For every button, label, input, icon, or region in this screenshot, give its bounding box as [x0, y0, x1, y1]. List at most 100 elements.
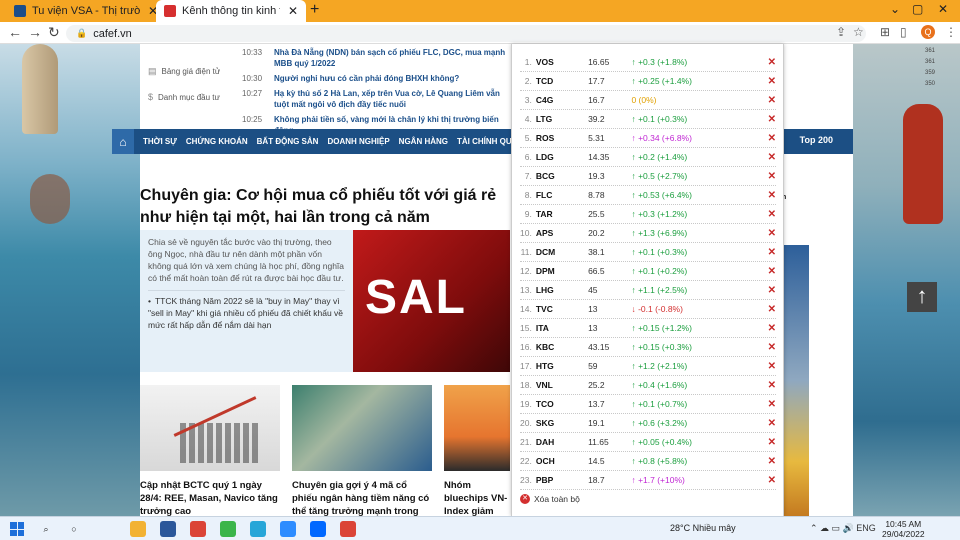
remove-icon[interactable]: ✕	[768, 399, 776, 410]
stock-symbol[interactable]: KBC	[536, 342, 588, 352]
remove-icon[interactable]: ✕	[768, 304, 776, 315]
table-row[interactable]: 6. LDG 14.35 ↑ +0.2 (+1.4%) ✕	[520, 148, 776, 167]
news-title[interactable]: Người nghỉ hưu có cần phải đóng BHXH khô…	[274, 73, 459, 84]
scroll-top-button[interactable]: ↑	[907, 282, 937, 312]
thumbnail-image[interactable]	[444, 385, 510, 471]
table-row[interactable]: 12. DPM 66.5 ↑ +0.1 (+0.2%) ✕	[520, 262, 776, 281]
remove-icon[interactable]: ✕	[768, 95, 776, 106]
stock-symbol[interactable]: C4G	[536, 95, 588, 105]
remove-icon[interactable]: ✕	[768, 380, 776, 391]
stock-symbol[interactable]: VNL	[536, 380, 588, 390]
thumbnail-title[interactable]: Cập nhật BCTC quý 1 ngày 28/4: REE, Masa…	[140, 479, 280, 516]
remove-icon[interactable]: ✕	[768, 285, 776, 296]
new-tab-icon[interactable]: +	[310, 1, 319, 19]
tab-vsa[interactable]: Tu viện VSA - Thị trường chứng k ✕	[6, 0, 166, 22]
table-row[interactable]: 16. KBC 43.15 ↑ +0.15 (+0.3%) ✕	[520, 338, 776, 357]
stock-symbol[interactable]: SKG	[536, 418, 588, 428]
clock[interactable]: 10:45 AM 29/04/2022	[882, 519, 925, 539]
related-article-link[interactable]: TTCK tháng Năm 2022 sẽ là "buy in May" t…	[148, 290, 345, 331]
table-row[interactable]: 9. TAR 25.5 ↑ +0.3 (+1.2%) ✕	[520, 205, 776, 224]
app-icon[interactable]	[220, 521, 236, 537]
chrome-icon[interactable]	[190, 521, 206, 537]
stock-symbol[interactable]: ITA	[536, 323, 588, 333]
remove-icon[interactable]: ✕	[768, 76, 776, 87]
remove-icon[interactable]: ✕	[768, 456, 776, 467]
explorer-icon[interactable]	[130, 521, 146, 537]
table-row[interactable]: 3. C4G 16.7 0 (0%) ✕	[520, 91, 776, 110]
table-row[interactable]: 8. FLC 8.78 ↑ +0.53 (+6.4%) ✕	[520, 186, 776, 205]
article-image[interactable]: SAL	[353, 230, 510, 372]
nav-item-bat-dong-san[interactable]: BẤT ĐỘNG SẢN	[257, 137, 319, 146]
stock-symbol[interactable]: FLC	[536, 190, 588, 200]
article-headline[interactable]: Chuyên gia: Cơ hội mua cổ phiếu tốt với …	[140, 185, 515, 229]
remove-icon[interactable]: ✕	[768, 418, 776, 429]
zalo-icon[interactable]	[310, 521, 326, 537]
chrome-icon[interactable]	[340, 521, 356, 537]
stock-symbol[interactable]: APS	[536, 228, 588, 238]
table-row[interactable]: 15. ITA 13 ↑ +0.15 (+1.2%) ✕	[520, 319, 776, 338]
remove-icon[interactable]: ✕	[768, 361, 776, 372]
stock-symbol[interactable]: TCD	[536, 76, 588, 86]
word-icon[interactable]	[160, 521, 176, 537]
thumbnail-image[interactable]	[292, 385, 432, 471]
table-row[interactable]: 2. TCD 17.7 ↑ +0.25 (+1.4%) ✕	[520, 72, 776, 91]
table-row[interactable]: 14. TVC 13 ↓ -0.1 (-0.8%) ✕	[520, 300, 776, 319]
home-icon[interactable]: ⌂	[112, 129, 134, 154]
share-icon[interactable]: ⇪	[836, 25, 846, 39]
stock-symbol[interactable]: HTG	[536, 361, 588, 371]
table-row[interactable]: 22. OCH 14.5 ↑ +0.8 (+5.8%) ✕	[520, 452, 776, 471]
table-row[interactable]: 17. HTG 59 ↑ +1.2 (+2.1%) ✕	[520, 357, 776, 376]
stock-symbol[interactable]: DCM	[536, 247, 588, 257]
stock-symbol[interactable]: DPM	[536, 266, 588, 276]
remove-icon[interactable]: ✕	[768, 228, 776, 239]
windows-start-icon[interactable]	[10, 522, 24, 536]
table-row[interactable]: 4. LTG 39.2 ↑ +0.1 (+0.3%) ✕	[520, 110, 776, 129]
weather-widget[interactable]: 28°C Nhiều mây	[670, 523, 736, 533]
table-row[interactable]: 11. DCM 38.1 ↑ +0.1 (+0.3%) ✕	[520, 243, 776, 262]
reload-icon[interactable]: ↻	[48, 24, 60, 41]
chevron-down-icon[interactable]: ⌄	[890, 2, 900, 16]
stock-symbol[interactable]: VOS	[536, 57, 588, 67]
stock-symbol[interactable]: ROS	[536, 133, 588, 143]
table-row[interactable]: 7. BCG 19.3 ↑ +0.5 (+2.7%) ✕	[520, 167, 776, 186]
address-bar[interactable]: 🔒 cafef.vn	[66, 25, 866, 42]
sidebar-item-portfolio[interactable]: $ Danh mục đầu tư	[140, 84, 240, 110]
remove-icon[interactable]: ✕	[768, 190, 776, 201]
table-row[interactable]: 18. VNL 25.2 ↑ +0.4 (+1.6%) ✕	[520, 376, 776, 395]
side-ad-banner[interactable]	[782, 245, 809, 516]
stock-symbol[interactable]: TAR	[536, 209, 588, 219]
nav-item-chung-khoan[interactable]: CHỨNG KHOÁN	[186, 137, 248, 146]
nav-item-thoi-su[interactable]: THỜI SỰ	[143, 137, 177, 146]
stock-symbol[interactable]: LTG	[536, 114, 588, 124]
nav-item-ngan-hang[interactable]: NGÂN HÀNG	[399, 137, 448, 146]
forward-icon[interactable]: →	[28, 24, 42, 40]
remove-icon[interactable]: ✕	[768, 133, 776, 144]
menu-icon[interactable]: ⋮	[945, 25, 957, 39]
stock-symbol[interactable]: TCO	[536, 399, 588, 409]
table-row[interactable]: 5. ROS 5.31 ↑ +0.34 (+6.8%) ✕	[520, 129, 776, 148]
remove-icon[interactable]: ✕	[768, 342, 776, 353]
list-item[interactable]: 10:27 Hạ kỳ thủ số 2 Hà Lan, xếp trên Vu…	[242, 88, 512, 110]
system-tray[interactable]: ⌃ ☁ ▭ 🔊 ENG	[810, 523, 876, 534]
thumbnail-title[interactable]: Chuyên gia gợi ý 4 mã cổ phiếu ngân hàng…	[292, 479, 432, 516]
restore-icon[interactable]: ▢	[912, 2, 923, 16]
table-row[interactable]: 1. VOS 16.65 ↑ +0.3 (+1.8%) ✕	[520, 53, 776, 72]
remove-icon[interactable]: ✕	[768, 247, 776, 258]
stock-symbol[interactable]: LDG	[536, 152, 588, 162]
zoom-icon[interactable]	[280, 521, 296, 537]
clear-all-button[interactable]: ✕ Xóa toàn bộ	[520, 494, 580, 504]
table-row[interactable]: 20. SKG 19.1 ↑ +0.6 (+3.2%) ✕	[520, 414, 776, 433]
background-ad-right[interactable]	[853, 44, 960, 516]
news-title[interactable]: Hạ kỳ thủ số 2 Hà Lan, xếp trên Vua cờ, …	[274, 88, 512, 110]
avatar[interactable]: Q	[921, 25, 935, 39]
remove-icon[interactable]: ✕	[768, 437, 776, 448]
extensions-icon[interactable]: ⊞	[880, 25, 890, 39]
remove-icon[interactable]: ✕	[768, 114, 776, 125]
search-icon[interactable]: ⌕	[38, 521, 54, 537]
table-row[interactable]: 19. TCO 13.7 ↑ +0.1 (+0.7%) ✕	[520, 395, 776, 414]
stock-symbol[interactable]: OCH	[536, 456, 588, 466]
remove-icon[interactable]: ✕	[768, 57, 776, 68]
webex-icon[interactable]	[250, 521, 266, 537]
stock-symbol[interactable]: TVC	[536, 304, 588, 314]
remove-icon[interactable]: ✕	[768, 266, 776, 277]
